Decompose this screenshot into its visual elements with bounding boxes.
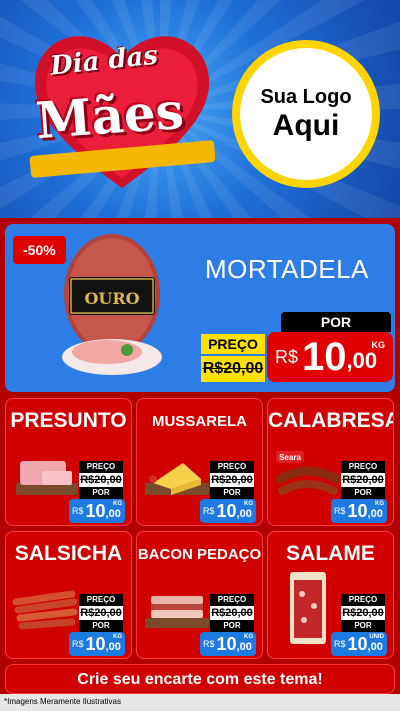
old-price-value: R$20,00	[342, 474, 384, 486]
old-price: R$20,00	[210, 606, 254, 620]
product-card-salsicha[interactable]: SALSICHA PREÇO R$20,00 POR R$ 10 ,00 KG	[5, 531, 132, 659]
new-price: R$ 10 ,00 UNID	[331, 632, 387, 656]
old-price-value: R$20,00	[80, 474, 122, 486]
price-dec: ,00	[346, 348, 378, 373]
presunto-image	[16, 461, 78, 495]
old-price-value: R$20,00	[80, 607, 122, 619]
new-price-label: POR	[341, 620, 385, 632]
old-price: R$20,00	[79, 473, 123, 487]
price-int: 10	[85, 500, 106, 521]
old-price: R$20,00	[210, 473, 254, 487]
product-name: CALABRESA	[268, 409, 394, 432]
old-price-value: R$20,00	[211, 607, 253, 619]
old-price-label: PREÇO	[210, 461, 254, 473]
new-price-label: POR	[210, 620, 254, 632]
old-price-value: R$20,00	[202, 360, 264, 377]
price-int: 10	[85, 633, 106, 654]
new-price: R$ 10 ,00 KG	[331, 499, 387, 523]
price-dec: ,00	[105, 508, 121, 520]
price-dec: ,00	[236, 508, 252, 520]
old-price-label: PREÇO	[210, 594, 254, 606]
price-int: 10	[302, 335, 347, 379]
currency: R$	[275, 346, 299, 367]
unit: KG	[113, 501, 122, 507]
old-price-value: R$20,00	[342, 607, 384, 619]
currency: R$	[203, 506, 215, 516]
unit: KG	[244, 634, 253, 640]
new-price: R$ 10 ,00 KG	[69, 499, 125, 523]
currency: R$	[334, 506, 346, 516]
product-card-salame[interactable]: SALAME PREÇO R$20,00 POR R$ 10 ,00 UNID	[267, 531, 394, 659]
price-int: 10	[216, 500, 237, 521]
price-int: 10	[347, 633, 368, 654]
new-price: R$ 10 ,00 KG	[200, 632, 256, 656]
price-int: 10	[216, 633, 237, 654]
old-price-label: PREÇO	[341, 594, 385, 606]
product-name: SALAME	[286, 542, 375, 565]
new-price-label: POR	[341, 487, 385, 499]
old-price-label: PREÇO	[341, 461, 385, 473]
product-name: MUSSARELA	[151, 413, 247, 430]
old-price: R$20,00	[79, 606, 123, 620]
logo-line1: Sua Logo	[260, 85, 352, 108]
featured-name: MORTADELA	[205, 254, 369, 284]
old-price: R$20,00	[341, 606, 385, 620]
price-int: 10	[347, 500, 368, 521]
cta-banner[interactable]: Crie seu encarte com este tema!	[5, 664, 395, 694]
new-price-label: POR	[79, 620, 123, 632]
old-price-label: PREÇO	[79, 461, 123, 473]
old-price-label: PREÇO	[79, 594, 123, 606]
new-price: R$ 10 ,00 KG	[267, 332, 393, 382]
product-name: SALSICHA	[14, 542, 123, 565]
price-dec: ,00	[367, 641, 383, 653]
new-price-label: POR	[210, 487, 254, 499]
product-name: PRESUNTO	[10, 409, 127, 432]
seara-logo-text: Seara	[279, 453, 301, 462]
new-price-label: POR	[79, 487, 123, 499]
new-price: R$ 10 ,00 KG	[69, 632, 125, 656]
price-dec: ,00	[236, 641, 252, 653]
currency: R$	[72, 639, 84, 649]
unit: KG	[244, 501, 253, 507]
product-name: BACON PEDAÇO	[137, 546, 262, 563]
price-dec: ,00	[105, 641, 121, 653]
currency: R$	[203, 639, 215, 649]
salsicha-image	[12, 590, 78, 630]
brand-text: OURO	[84, 289, 139, 308]
new-price-label: POR	[281, 312, 391, 332]
header-banner: Dia das Mães Sua Logo Aqui	[0, 0, 400, 218]
product-card-presunto[interactable]: PRESUNTO PREÇO R$20,00 POR R$ 10 ,00 KG	[5, 398, 132, 526]
currency: R$	[334, 639, 346, 649]
product-card-calabresa[interactable]: CALABRESA Seara PREÇO R$20,00 POR R$ 10 …	[267, 398, 394, 526]
old-price: R$20,00	[341, 473, 385, 487]
unit: KG	[113, 634, 122, 640]
product-card-mussarela[interactable]: MUSSARELA PREÇO R$20,00 POR R$ 10 ,00 KG	[136, 398, 263, 526]
title-line2: Mães	[34, 80, 186, 151]
old-price: R$20,00	[201, 356, 265, 382]
currency: R$	[72, 506, 84, 516]
footnote: *Imagens Meramente Ilustrativas	[4, 697, 121, 706]
old-price-value: R$20,00	[211, 474, 253, 486]
unit: UNID	[369, 634, 384, 640]
logo-line2: Aqui	[272, 108, 340, 142]
discount-badge: -50%	[13, 236, 66, 264]
bacon-image	[145, 596, 209, 628]
product-card-bacon[interactable]: BACON PEDAÇO PREÇO R$20,00 POR R$ 10 ,00…	[136, 531, 263, 659]
unit: KG	[375, 501, 384, 507]
unit: KG	[371, 340, 386, 350]
price-dec: ,00	[367, 508, 383, 520]
logo-placeholder[interactable]: Sua Logo Aqui	[232, 40, 380, 188]
mussarela-image	[145, 463, 209, 495]
old-price-label: PREÇO	[201, 334, 265, 354]
featured-product[interactable]: OURO -50% MORTADELA PREÇO R$20,00 POR R$…	[5, 224, 395, 392]
new-price: R$ 10 ,00 KG	[200, 499, 256, 523]
calabresa-image: Seara	[275, 451, 341, 495]
mortadela-image: OURO	[62, 234, 162, 375]
